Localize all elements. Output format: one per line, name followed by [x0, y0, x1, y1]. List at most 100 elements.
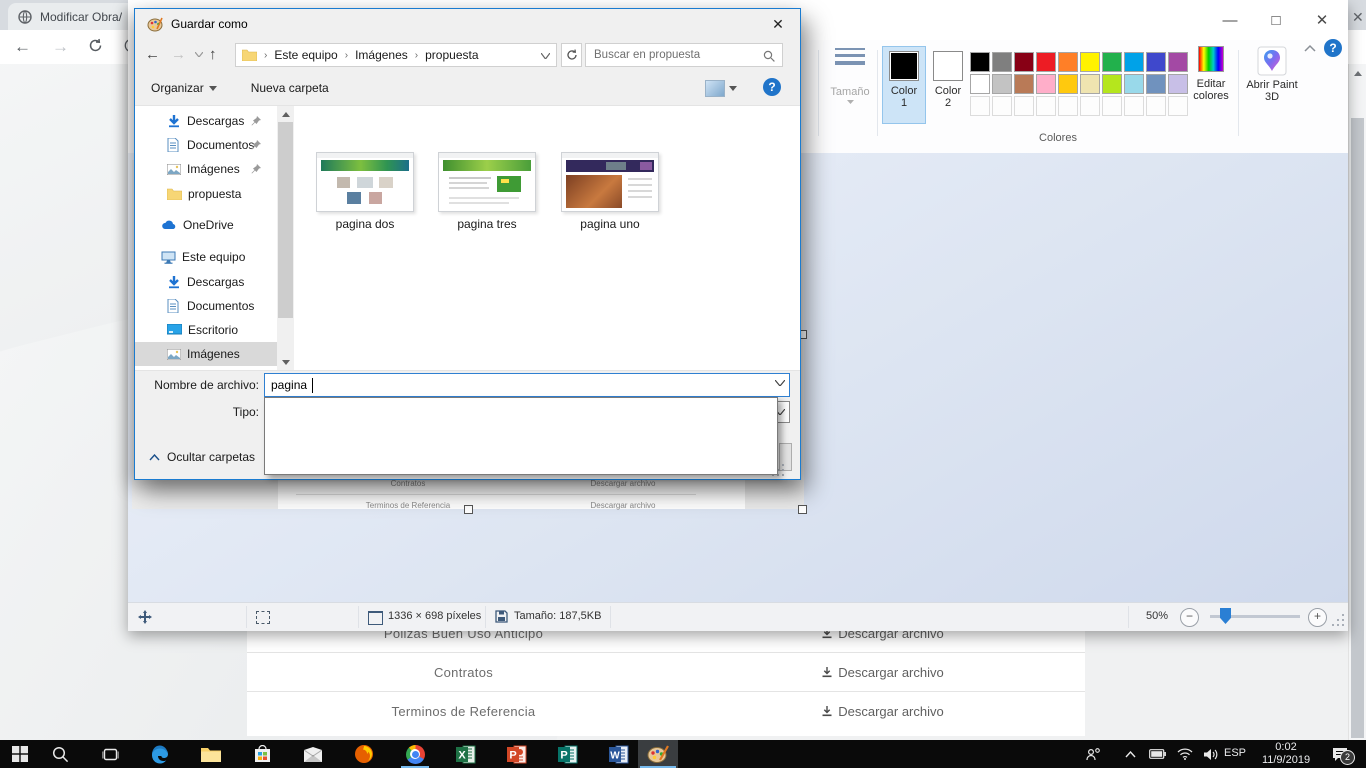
microsoft-store-icon[interactable]: [250, 742, 274, 766]
hide-folders-button[interactable]: Ocultar carpetas: [149, 450, 255, 464]
filename-dropdown-icon[interactable]: [775, 380, 785, 386]
mail-icon[interactable]: [301, 742, 325, 766]
palette-color[interactable]: [1080, 74, 1100, 94]
sidebar-item-documentos-pinned[interactable]: Documentos: [135, 133, 277, 157]
volume-icon[interactable]: [1199, 742, 1223, 766]
palette-color[interactable]: [1168, 52, 1188, 72]
scrollbar-thumb[interactable]: [1351, 118, 1364, 738]
palette-color[interactable]: [1168, 74, 1188, 94]
palette-empty-slot[interactable]: [1080, 96, 1100, 116]
filename-autocomplete-dropdown[interactable]: [264, 397, 778, 475]
wifi-icon[interactable]: [1173, 742, 1197, 766]
palette-empty-slot[interactable]: [1124, 96, 1144, 116]
publisher-icon[interactable]: P: [556, 742, 580, 766]
color2-button[interactable]: Color 2: [929, 46, 967, 122]
sidebar-item-propuesta[interactable]: propuesta: [135, 182, 277, 206]
word-icon[interactable]: W: [607, 742, 631, 766]
edge-icon[interactable]: [148, 742, 172, 766]
palette-empty-slot[interactable]: [992, 96, 1012, 116]
breadcrumb-item[interactable]: propuesta: [425, 48, 478, 62]
browser-tab[interactable]: Modificar Obra/: [8, 3, 136, 30]
zoom-in-button[interactable]: +: [1308, 608, 1327, 627]
scrollbar-thumb[interactable]: [278, 122, 293, 318]
scroll-down-icon[interactable]: [277, 354, 294, 370]
file-item-pagina-tres[interactable]: pagina tres: [438, 152, 536, 231]
paint-taskbar-icon[interactable]: [646, 742, 670, 766]
palette-color[interactable]: [1036, 52, 1056, 72]
breadcrumb-dropdown-icon[interactable]: [541, 53, 550, 59]
browser-back-button[interactable]: ←: [14, 37, 31, 57]
palette-color[interactable]: [970, 74, 990, 94]
filename-input[interactable]: pagina: [264, 373, 790, 397]
minimize-button[interactable]: —: [1207, 0, 1253, 40]
breadcrumb-item[interactable]: Imágenes: [355, 48, 408, 62]
sidebar-item-descargas[interactable]: Descargas: [135, 270, 277, 294]
download-link[interactable]: Descargar archivo: [680, 665, 1085, 680]
palette-color[interactable]: [1014, 52, 1034, 72]
palette-color[interactable]: [1058, 74, 1078, 94]
forward-button[interactable]: →: [171, 46, 186, 63]
refresh-button[interactable]: [561, 43, 582, 67]
new-folder-button[interactable]: Nueva carpeta: [251, 81, 329, 95]
browser-close-button[interactable]: ✕: [1352, 9, 1364, 26]
file-item-pagina-uno[interactable]: pagina uno: [561, 152, 659, 231]
palette-empty-slot[interactable]: [1058, 96, 1078, 116]
start-button[interactable]: [8, 742, 32, 766]
collapse-ribbon-icon[interactable]: [1304, 44, 1316, 52]
palette-color[interactable]: [1014, 74, 1034, 94]
palette-color[interactable]: [1102, 74, 1122, 94]
view-mode-icon[interactable]: [705, 80, 725, 97]
palette-empty-slot[interactable]: [1146, 96, 1166, 116]
search-box[interactable]: Buscar en propuesta: [585, 43, 783, 67]
canvas-resize-handle-corner[interactable]: [798, 505, 807, 514]
view-dropdown-icon[interactable]: [729, 86, 737, 91]
file-item-pagina-dos[interactable]: pagina dos: [316, 152, 414, 231]
tray-expand-icon[interactable]: [1118, 742, 1142, 766]
dialog-help-icon[interactable]: ?: [763, 78, 781, 96]
browser-forward-button[interactable]: →: [52, 37, 69, 57]
battery-icon[interactable]: [1145, 742, 1169, 766]
maximize-button[interactable]: □: [1253, 0, 1299, 40]
canvas-resize-handle-bottom[interactable]: [464, 505, 473, 514]
zoom-slider-thumb[interactable]: [1220, 608, 1231, 624]
palette-color[interactable]: [1146, 52, 1166, 72]
back-button[interactable]: ←: [145, 46, 160, 63]
browser-scrollbar[interactable]: [1348, 64, 1366, 740]
palette-color[interactable]: [1058, 52, 1078, 72]
close-button[interactable]: ✕: [1299, 0, 1345, 40]
color1-button[interactable]: Color 1: [882, 46, 926, 124]
recent-locations-icon[interactable]: [195, 52, 203, 57]
taskbar-clock[interactable]: 0:02 11/9/2019: [1252, 741, 1320, 767]
palette-color[interactable]: [1102, 52, 1122, 72]
size-button[interactable]: Tamaño: [826, 46, 874, 104]
zoom-out-button[interactable]: −: [1180, 608, 1199, 627]
sidebar-item-este-equipo[interactable]: Este equipo: [135, 245, 277, 269]
resize-grip[interactable]: [1330, 612, 1344, 626]
browser-reload-button[interactable]: [88, 38, 103, 53]
up-button[interactable]: ↑: [209, 46, 217, 63]
taskbar-search-icon[interactable]: [48, 742, 72, 766]
file-explorer-icon[interactable]: [199, 742, 223, 766]
dialog-close-button[interactable]: ✕: [756, 9, 800, 39]
sidebar-item-escritorio[interactable]: Escritorio: [135, 318, 277, 342]
dialog-titlebar[interactable]: Guardar como ✕: [135, 9, 800, 39]
palette-color[interactable]: [1036, 74, 1056, 94]
breadcrumb[interactable]: › Este equipo › Imágenes › propuesta: [235, 43, 557, 67]
open-paint3d-button[interactable]: Abrir Paint 3D: [1244, 46, 1300, 103]
excel-icon[interactable]: X: [454, 742, 478, 766]
palette-color[interactable]: [992, 52, 1012, 72]
firefox-icon[interactable]: [352, 742, 376, 766]
palette-color[interactable]: [1146, 74, 1166, 94]
breadcrumb-item[interactable]: Este equipo: [274, 48, 337, 62]
palette-color[interactable]: [1124, 52, 1144, 72]
chrome-icon[interactable]: [403, 742, 427, 766]
download-link[interactable]: Descargar archivo: [680, 704, 1085, 719]
language-indicator[interactable]: ESP: [1224, 747, 1246, 759]
powerpoint-icon[interactable]: P: [505, 742, 529, 766]
sidebar-item-descargas-pinned[interactable]: Descargas: [135, 109, 277, 133]
sidebar-item-onedrive[interactable]: OneDrive: [135, 213, 277, 237]
sidebar-item-imagenes-pinned[interactable]: Imágenes: [135, 157, 277, 181]
sidebar-item-imagenes-selected[interactable]: Imágenes: [135, 342, 277, 366]
sidebar-scrollbar[interactable]: [277, 106, 294, 370]
palette-empty-slot[interactable]: [1168, 96, 1188, 116]
